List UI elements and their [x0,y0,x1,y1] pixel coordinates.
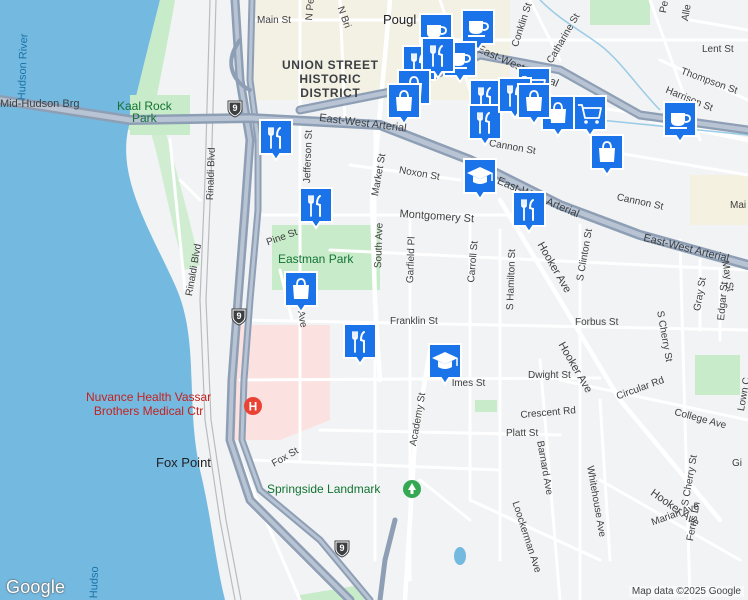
label-gi: Gi [732,458,742,469]
label-hospital: Nuvance Health Vassar Brothers Medical C… [86,390,212,418]
us9-shield-top: 9 [226,100,244,118]
pin-shopping-2[interactable] [589,133,625,177]
label-lent: Lent St [702,44,734,55]
pin-restaurant-3[interactable] [342,322,378,366]
shopping-bag-icon [589,133,625,169]
label-eastman-park: Eastman Park [278,252,354,266]
pin-shopping-4[interactable] [386,82,422,126]
shopping-bag-icon [283,270,319,306]
label-pe: Pe [658,0,671,14]
label-fox-point: Fox Point [156,455,211,470]
cafe-icon [662,100,698,136]
google-logo: Google [6,577,66,597]
grocery-cart-icon [572,94,608,130]
svg-text:H: H [249,400,258,414]
pin-shopping-6[interactable] [516,82,552,126]
label-springside-landmark: Springside Landmark [267,482,381,496]
restaurant-icon [420,36,456,72]
restaurant-icon [258,118,294,154]
pin-restaurant-4[interactable] [511,190,547,234]
cafe-icon [460,8,496,44]
label-rinaldi-upper: Rinaldi Blvd [205,147,218,201]
label-franklin: Franklin St [390,316,438,327]
us9-shield-mid: 9 [230,308,248,326]
shopping-bag-icon [386,82,422,118]
park-marker-icon[interactable] [402,479,422,499]
label-union-street-historic-district: UNION STREET HISTORIC DISTRICT [282,58,379,100]
pin-shopping-1[interactable] [283,270,319,314]
school-icon [462,157,498,193]
restaurant-icon [511,190,547,226]
label-dwight: Dwight St [528,370,571,381]
us9-shield-bottom: 9 [333,540,351,558]
shopping-bag-icon [516,82,552,118]
label-hudson-river-south: Hudso [88,566,102,599]
label-main-st: Main St [257,15,291,26]
pin-restaurant-1[interactable] [258,118,294,162]
restaurant-icon [342,322,378,358]
label-platt: Platt St [506,428,539,439]
pin-school-2[interactable] [462,157,498,201]
label-mid-hudson-bridge: Mid-Hudson Brg [0,98,80,110]
label-city: Pougl [383,12,417,27]
label-garfield: Garfield Pl [405,236,418,284]
label-forbus: Forbus St [575,317,619,328]
map-attribution: Map data ©2025 Google [628,586,744,597]
label-jefferson: Jefferson St [302,129,315,184]
label-hudson-river: Hudson River [16,33,31,101]
pin-grocery-2[interactable] [572,94,608,138]
label-south-ave: South Ave [373,222,386,269]
label-s-hamilton: S Hamilton St [505,248,519,311]
school-icon [427,342,463,378]
restaurant-icon [298,186,334,222]
label-kaal-rock-park: Kaal Rock Park [117,99,172,125]
label-main-east: Mai [730,200,747,211]
pin-cafe-1[interactable] [662,100,698,144]
pin-school-1[interactable] [427,342,463,386]
hospital-icon[interactable]: H [243,396,263,416]
map-canvas[interactable]: Hudson River Hudso Mid-Hudson Brg UNION … [0,0,748,600]
label-n-pe: N Pe [304,0,317,21]
pin-restaurant-2[interactable] [298,186,334,230]
